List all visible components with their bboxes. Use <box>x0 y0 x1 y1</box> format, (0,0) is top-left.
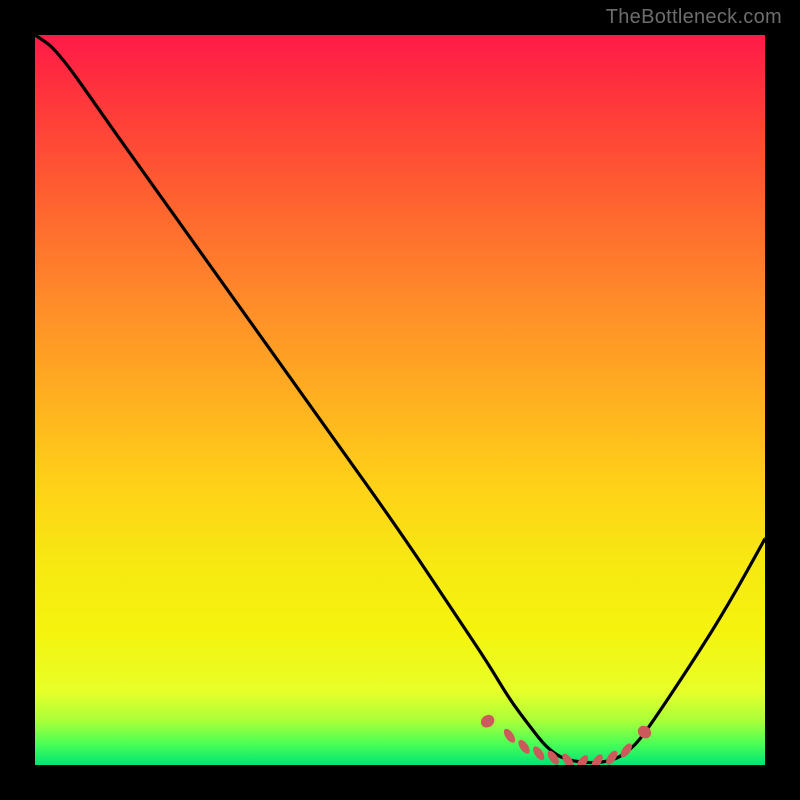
highlight-dots-group <box>478 712 653 765</box>
chart-frame: TheBottleneck.com <box>0 0 800 800</box>
watermark-text: TheBottleneck.com <box>606 6 782 29</box>
highlight-dot <box>516 738 532 756</box>
highlight-dot <box>531 744 547 762</box>
bottleneck-curve-svg <box>35 35 765 765</box>
highlight-dot <box>502 727 518 745</box>
bottleneck-curve-path <box>35 35 765 763</box>
highlight-dot <box>478 712 496 730</box>
plot-area <box>35 35 765 765</box>
